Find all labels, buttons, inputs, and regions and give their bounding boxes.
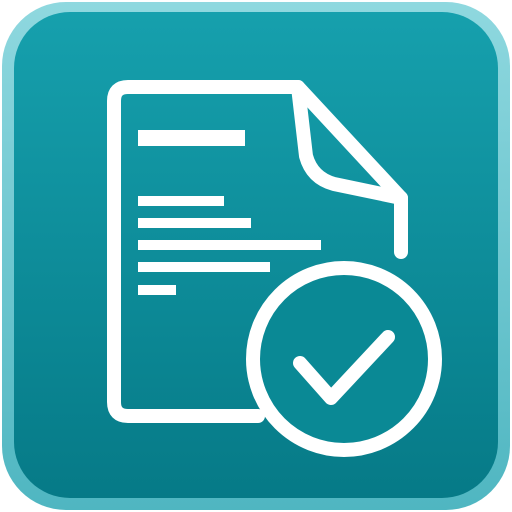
body-line: [138, 262, 270, 272]
body-line: [138, 218, 251, 228]
heading-line: [138, 130, 245, 146]
checkmark-circle-icon: [246, 261, 442, 457]
app-icon-stage: [0, 0, 512, 512]
document-check-icon[interactable]: [0, 0, 512, 512]
body-line: [138, 196, 224, 206]
body-line: [138, 285, 176, 295]
body-line: [138, 240, 321, 250]
